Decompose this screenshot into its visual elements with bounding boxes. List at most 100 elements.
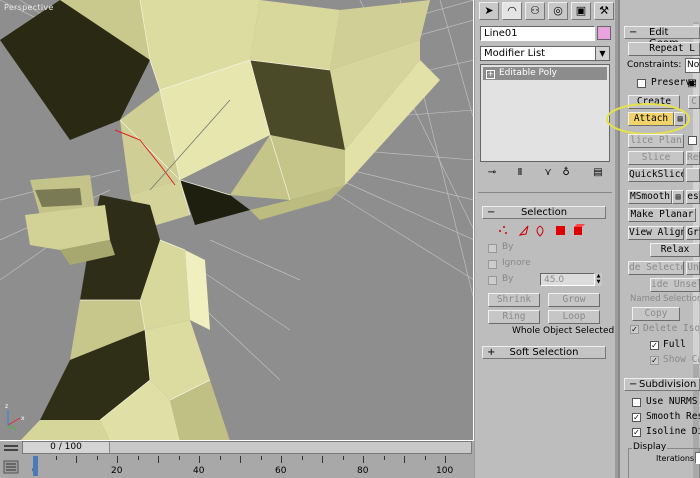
object-name-field[interactable]	[480, 26, 595, 41]
isoline-display-label: Isoline Di	[646, 426, 700, 437]
quickslice-button[interactable]: QuickSlice	[628, 168, 684, 182]
timeline-tick	[137, 456, 139, 460]
timeline-tick	[445, 456, 446, 463]
settings-box-icon[interactable]: ▣	[684, 77, 700, 91]
named-selections-label: Named Selections:	[630, 294, 700, 304]
create-tab-icon[interactable]: ➤	[479, 2, 499, 20]
selection-status: Whole Object Selected	[512, 326, 615, 336]
show-cage-checkbox[interactable]: ✓	[650, 356, 659, 365]
edit-geometry-rollout-header[interactable]: − Edit Geom	[624, 26, 700, 49]
mini-curve-icon[interactable]	[3, 460, 19, 474]
collapse-icon: −	[629, 27, 638, 38]
make-unique-icon[interactable]: ⋎	[540, 166, 556, 180]
show-end-result-icon[interactable]: Ⅱ	[512, 166, 528, 180]
repeat-last-button[interactable]: Repeat L	[628, 42, 700, 56]
track-bar[interactable]: 020406080100	[22, 456, 472, 478]
smooth-result-checkbox[interactable]: ✓	[632, 413, 641, 422]
by-angle-checkbox[interactable]	[488, 276, 497, 285]
timeline-tick	[55, 456, 57, 460]
axis-gizmo-icon: x z	[5, 403, 25, 431]
timeline-tick	[199, 456, 200, 463]
modifier-stack[interactable]: + Editable Poly	[480, 64, 610, 162]
selection-title: Selection	[520, 207, 568, 218]
loop-button[interactable]: Loop	[548, 310, 600, 324]
delete-isolated-label: Delete Iso	[643, 323, 700, 334]
modify-tab-icon[interactable]: ◠	[502, 2, 522, 20]
subdivision-rollout-header[interactable]: − Subdivision	[624, 378, 700, 391]
edge-icon	[518, 225, 529, 236]
constraints-dropdown[interactable]: No	[685, 58, 700, 73]
timeline-tick	[404, 456, 405, 463]
hide-unselected-button[interactable]: ide Unsel	[650, 278, 700, 292]
stack-toolbar: ⊸ Ⅱ ⋎ ♁ ▤	[480, 166, 610, 186]
timeline-tick	[178, 456, 180, 460]
ring-button[interactable]: Ring	[488, 310, 540, 324]
angle-spinner-field[interactable]	[540, 273, 595, 286]
configure-modifier-sets-icon[interactable]: ▤	[590, 166, 606, 180]
expand-icon[interactable]: +	[486, 70, 495, 79]
cut-button[interactable]	[686, 168, 700, 182]
grow-button[interactable]: Grow	[548, 293, 600, 307]
by-vertex-checkbox[interactable]	[488, 244, 497, 253]
current-frame-marker[interactable]	[33, 456, 38, 476]
hierarchy-tab-icon[interactable]: ⚇	[525, 2, 545, 20]
msmooth-button[interactable]: MSmooth	[628, 190, 672, 204]
tessellate-button[interactable]: es	[686, 190, 700, 204]
ignore-backfacing-checkbox[interactable]	[488, 260, 497, 269]
modifier-list-dropdown[interactable]: Modifier List ▼	[480, 46, 610, 61]
preserve-uvs-checkbox[interactable]	[637, 79, 646, 88]
hide-selected-button[interactable]: de Selecte	[628, 261, 684, 275]
motion-tab-icon[interactable]: ◎	[548, 2, 568, 20]
slice-button[interactable]: Slice	[628, 151, 684, 165]
utilities-tab-icon[interactable]: ⚒	[594, 2, 614, 20]
soft-selection-rollout-header[interactable]: + Soft Selection	[482, 346, 606, 359]
copy-button[interactable]: Copy	[632, 307, 680, 321]
timeline-tick	[76, 456, 77, 463]
timeline-tick-label: 20	[111, 466, 123, 476]
timeline-tick	[219, 456, 221, 460]
frame-counter[interactable]: 0 / 100	[23, 442, 110, 453]
trackbar-toggle-icon[interactable]	[3, 443, 19, 454]
slice-plane-button[interactable]: lice Plan	[628, 134, 684, 148]
svg-text:z: z	[5, 403, 8, 410]
use-nurms-checkbox[interactable]	[632, 398, 641, 407]
iterations-label: Iterations:	[656, 454, 697, 463]
element-icon	[574, 224, 585, 235]
remove-modifier-icon[interactable]: ♁	[558, 166, 574, 180]
by-vertex-label: By	[502, 242, 514, 252]
unhide-all-button[interactable]: Un	[686, 261, 700, 275]
timeline-tick	[322, 456, 323, 463]
perspective-viewport[interactable]: x z Perspective	[0, 0, 474, 441]
full-interactivity-checkbox[interactable]: ✓	[650, 341, 659, 350]
time-slider[interactable]: 0 / 100	[22, 441, 472, 454]
stack-item-label: Editable Poly	[499, 68, 557, 78]
iterations-field[interactable]	[695, 452, 700, 464]
divider	[478, 192, 612, 193]
relax-button[interactable]: Relax	[650, 243, 700, 257]
make-planar-button[interactable]: Make Planar	[628, 208, 696, 222]
selection-rollout-header[interactable]: − Selection	[482, 206, 606, 219]
smooth-result-label: Smooth Res	[646, 411, 700, 422]
soft-selection-title: Soft Selection	[509, 347, 579, 358]
viewport-label[interactable]: Perspective	[4, 3, 54, 12]
msmooth-settings-icon[interactable]: ▤	[672, 190, 684, 204]
object-color-swatch[interactable]	[597, 26, 611, 40]
grid-align-button[interactable]: Gr	[686, 226, 700, 240]
constraints-label: Constraints:	[627, 60, 682, 70]
isoline-display-checkbox[interactable]: ✓	[632, 428, 641, 437]
shrink-button[interactable]: Shrink	[488, 293, 540, 307]
timeline-tick-label: 100	[436, 466, 454, 476]
command-panel-tabs: ➤ ◠ ⚇ ◎ ▣ ⚒	[479, 2, 615, 22]
timeline-tick-label: 60	[275, 466, 287, 476]
use-nurms-label: Use NURMS	[646, 396, 698, 407]
display-tab-icon[interactable]: ▣	[571, 2, 591, 20]
delete-isolated-checkbox[interactable]: ✓	[630, 325, 639, 334]
split-checkbox[interactable]	[688, 136, 697, 145]
stack-item-editable-poly[interactable]: + Editable Poly	[483, 67, 607, 80]
spinner-arrows-icon[interactable]: ▲ ▼	[595, 273, 602, 286]
timeline-tick	[240, 456, 241, 463]
view-align-button[interactable]: View Align	[628, 226, 684, 240]
timeline-tick	[342, 456, 344, 460]
pin-stack-icon[interactable]: ⊸	[484, 166, 500, 180]
reset-plane-button[interactable]: Res	[686, 151, 700, 165]
